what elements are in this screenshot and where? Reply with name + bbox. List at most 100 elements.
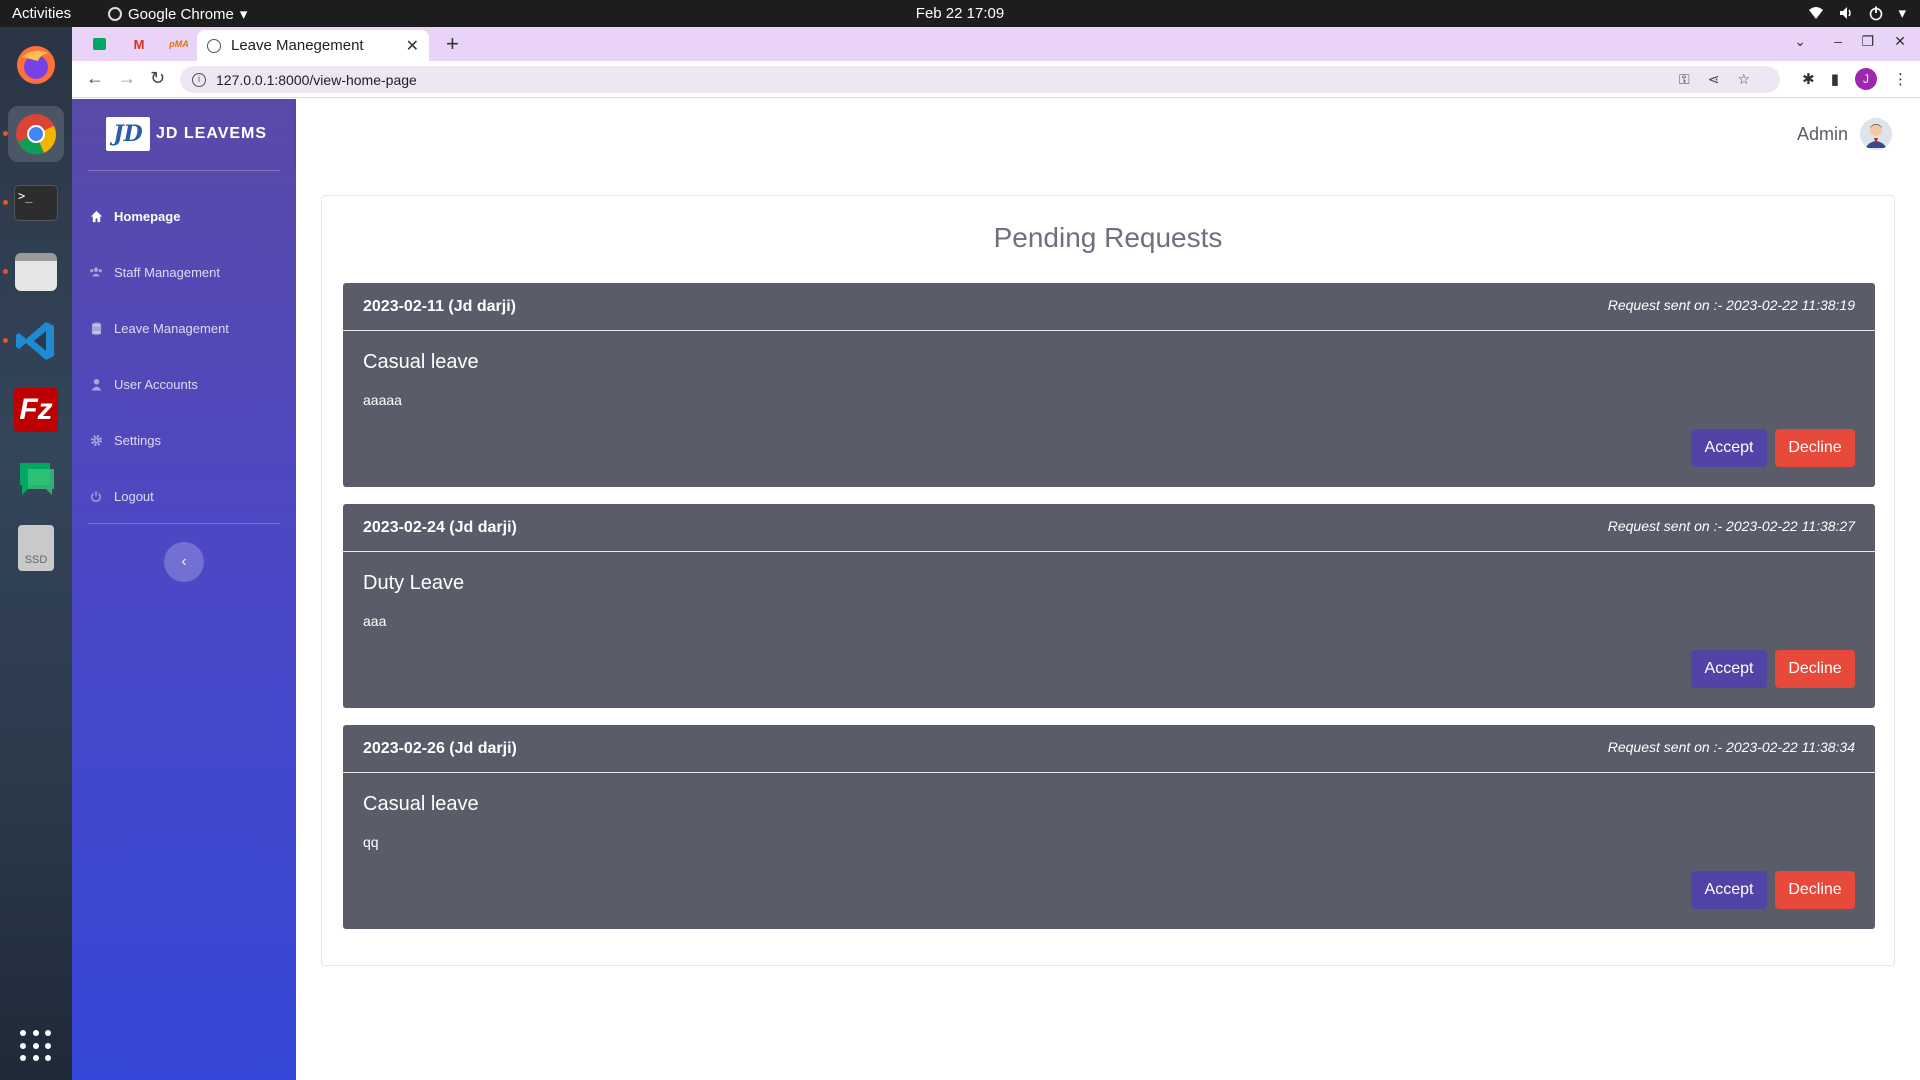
tab-search-icon[interactable]: ⌄ bbox=[1794, 33, 1806, 50]
running-indicator bbox=[3, 200, 8, 205]
brand-name: JD LEAVEMS bbox=[156, 125, 268, 142]
dock: >_ Fz SSD bbox=[0, 27, 72, 1080]
leave-reason: aaa bbox=[363, 613, 387, 629]
page-title: Pending Requests bbox=[993, 222, 1223, 253]
avatar[interactable] bbox=[1860, 118, 1892, 150]
tab-title: Leave Manegement bbox=[231, 37, 364, 54]
minimize-icon[interactable]: – bbox=[1834, 33, 1842, 49]
close-window-icon[interactable]: ✕ bbox=[1894, 33, 1906, 50]
os-top-bar: Activities Google Chrome ▾ Feb 22 17:09 … bbox=[0, 0, 1920, 27]
home-icon bbox=[88, 208, 104, 224]
close-tab-icon[interactable]: ✕ bbox=[406, 36, 419, 56]
volume-icon bbox=[1840, 7, 1852, 19]
accept-button[interactable]: Accept bbox=[1691, 429, 1767, 467]
gmail-tab-icon[interactable]: M bbox=[130, 35, 148, 53]
ssd-drive-icon[interactable]: SSD bbox=[8, 520, 64, 576]
gear-icon bbox=[88, 432, 104, 448]
request-header: 2023-02-24 (Jd darji) Request sent on :-… bbox=[343, 504, 1875, 552]
request-date: 2023-02-24 (Jd darji) bbox=[363, 519, 517, 536]
sidebar-divider bbox=[88, 523, 280, 524]
terminal-icon[interactable]: >_ bbox=[3, 175, 64, 231]
caret-down-icon: ▾ bbox=[1898, 5, 1906, 22]
browser-tab-strip: M pMA Leave Manegement ✕ + ⌄ – ❐ ✕ bbox=[72, 27, 1920, 61]
clock[interactable]: Feb 22 17:09 bbox=[916, 5, 1004, 22]
database-icon bbox=[88, 320, 104, 336]
active-tab[interactable]: Leave Manegement ✕ bbox=[197, 30, 429, 61]
bookmark-star-icon[interactable]: ☆ bbox=[1737, 71, 1750, 88]
files-icon[interactable] bbox=[3, 244, 64, 300]
chevron-left-icon: ‹ bbox=[181, 553, 187, 570]
request-header: 2023-02-11 (Jd darji) Request sent on :-… bbox=[343, 283, 1875, 331]
caret-down-icon: ▾ bbox=[239, 6, 248, 23]
chat-icon[interactable] bbox=[8, 451, 64, 507]
chrome-small-icon bbox=[108, 7, 122, 21]
activities-button[interactable]: Activities bbox=[12, 5, 71, 22]
running-indicator bbox=[3, 131, 8, 136]
sidebar-item-label: Homepage bbox=[114, 208, 181, 224]
show-apps-icon[interactable] bbox=[20, 1030, 52, 1062]
pma-tab-icon[interactable]: pMA bbox=[169, 35, 189, 53]
browser-toolbar: ← → ↻ i 127.0.0.1:8000/view-home-page ⚿ … bbox=[72, 61, 1920, 98]
new-tab-button[interactable]: + bbox=[446, 31, 459, 57]
chrome-icon[interactable] bbox=[3, 106, 64, 162]
chat-tab-icon[interactable] bbox=[90, 35, 108, 53]
forward-icon[interactable]: → bbox=[118, 68, 136, 89]
extensions-icon[interactable]: ✱ bbox=[1802, 70, 1815, 88]
sidebar-item-label: User Accounts bbox=[114, 376, 198, 392]
brand[interactable]: JD JD LEAVEMS bbox=[106, 117, 267, 151]
url-text: 127.0.0.1:8000/view-home-page bbox=[216, 71, 417, 88]
profile-avatar[interactable]: J bbox=[1855, 68, 1877, 90]
firefox-icon[interactable] bbox=[8, 37, 64, 93]
sidebar-divider bbox=[88, 170, 280, 171]
sidebar-item-logout[interactable]: Logout bbox=[88, 484, 280, 508]
request-sent-time: Request sent on :- 2023-02-22 11:38:19 bbox=[1607, 297, 1855, 313]
key-icon[interactable]: ⚿ bbox=[1679, 71, 1690, 88]
request-card: 2023-02-26 (Jd darji) Request sent on :-… bbox=[343, 725, 1875, 929]
sidebar-item-user-accounts[interactable]: User Accounts bbox=[88, 372, 280, 396]
sidebar-item-staff-management[interactable]: Staff Management bbox=[88, 260, 280, 284]
user-icon bbox=[88, 376, 104, 392]
accept-button[interactable]: Accept bbox=[1691, 871, 1767, 909]
main-content: Pending Requests 2023-02-11 (Jd darji) R… bbox=[296, 170, 1920, 1080]
leave-type: Duty Leave bbox=[363, 572, 465, 594]
sidebar-item-label: Logout bbox=[114, 488, 154, 504]
filezilla-icon[interactable]: Fz bbox=[8, 382, 64, 438]
running-indicator bbox=[3, 269, 8, 274]
user-name[interactable]: Admin bbox=[1797, 124, 1848, 145]
leave-type: Casual leave bbox=[363, 351, 479, 373]
sidebar-item-homepage[interactable]: Homepage bbox=[88, 204, 280, 228]
decline-button[interactable]: Decline bbox=[1775, 429, 1855, 467]
app-menu[interactable]: Google Chrome ▾ bbox=[108, 5, 247, 23]
sidebar-item-label: Leave Management bbox=[114, 320, 229, 336]
running-indicator bbox=[3, 338, 8, 343]
vscode-icon[interactable] bbox=[3, 313, 64, 369]
sidebar-item-label: Settings bbox=[114, 432, 161, 448]
decline-button[interactable]: Decline bbox=[1775, 650, 1855, 688]
restore-icon[interactable]: ❐ bbox=[1861, 33, 1874, 50]
sidebar-item-label: Staff Management bbox=[114, 264, 220, 280]
users-icon bbox=[88, 264, 104, 280]
sidebar-toggle-button[interactable]: ‹ bbox=[164, 542, 204, 582]
back-icon[interactable]: ← bbox=[86, 68, 104, 89]
request-sent-time: Request sent on :- 2023-02-22 11:38:27 bbox=[1607, 518, 1855, 534]
leave-reason: qq bbox=[363, 834, 379, 850]
address-bar[interactable]: i 127.0.0.1:8000/view-home-page ⚿ ⋖ ☆ bbox=[180, 66, 1780, 93]
request-card: 2023-02-24 (Jd darji) Request sent on :-… bbox=[343, 504, 1875, 708]
request-date: 2023-02-26 (Jd darji) bbox=[363, 740, 517, 757]
site-info-icon[interactable]: i bbox=[192, 72, 206, 87]
reload-icon[interactable]: ↻ bbox=[150, 68, 165, 89]
sidebar-item-settings[interactable]: Settings bbox=[88, 428, 280, 452]
chrome-menu-icon[interactable]: ⋮ bbox=[1893, 70, 1908, 88]
brand-logo: JD bbox=[106, 117, 150, 151]
sidebar: JD JD LEAVEMS Homepage Staff Management … bbox=[72, 99, 296, 1080]
globe-icon bbox=[207, 38, 221, 53]
share-icon[interactable]: ⋖ bbox=[1708, 71, 1720, 88]
decline-button[interactable]: Decline bbox=[1775, 871, 1855, 909]
accept-button[interactable]: Accept bbox=[1691, 650, 1767, 688]
wifi-icon bbox=[1809, 7, 1824, 19]
request-date: 2023-02-11 (Jd darji) bbox=[363, 298, 516, 315]
sidebar-item-leave-management[interactable]: Leave Management bbox=[88, 316, 280, 340]
system-tray[interactable]: ▾ bbox=[1808, 4, 1906, 22]
side-panel-icon[interactable]: ▮ bbox=[1831, 70, 1839, 88]
app-menu-label: Google Chrome bbox=[128, 5, 234, 23]
